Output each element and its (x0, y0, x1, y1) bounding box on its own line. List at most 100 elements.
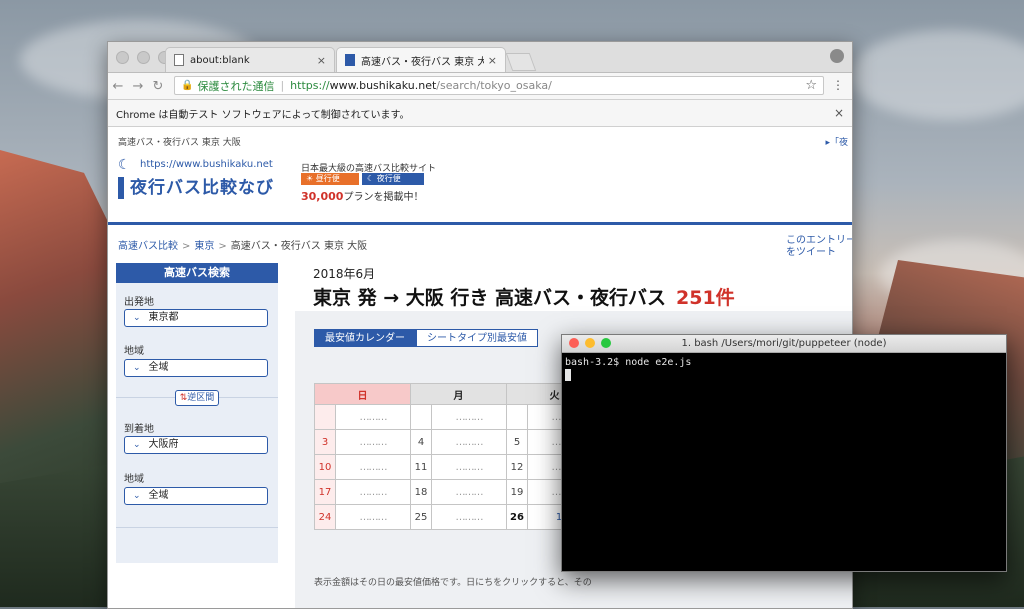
day-header-mon: 月 (410, 383, 507, 405)
url-path: /search/tokyo_osaka/ (436, 79, 552, 92)
arrival-label: 到着地 (124, 424, 154, 435)
forward-arrow-icon[interactable]: → (128, 79, 148, 94)
page-topline: 高速バス・夜行バス 東京 大阪 (118, 138, 241, 148)
breadcrumb-home[interactable]: 高速バス比較 (118, 241, 178, 252)
logo-brand: 夜行バス比較なび (130, 178, 274, 198)
close-window-button[interactable] (116, 51, 129, 64)
arrival-value: 大阪府 (148, 439, 179, 450)
breadcrumb-current: 高速バス・夜行バス 東京 大阪 (230, 241, 368, 252)
url-host: www.bushikaku.net (329, 79, 437, 92)
terminal-cursor (565, 369, 571, 381)
price-cell[interactable]: ……… (431, 454, 507, 480)
price-cell[interactable]: ……… (335, 404, 411, 430)
top-right-link[interactable]: ▸「夜 (825, 135, 848, 148)
tab-strip: about:blank × 高速バス・夜行バス 東京 大阪 最安 × (108, 42, 852, 73)
terminal-window[interactable]: 1. bash /Users/mori/git/puppeteer (node)… (561, 334, 1007, 572)
terminal-command-line: bash-3.2$ node e2e.js (565, 357, 692, 368)
price-cell[interactable]: ……… (335, 454, 411, 480)
table-row: 24……… 25……… 261,60 (314, 504, 603, 530)
day-number: 24 (314, 504, 336, 530)
minimize-window-button[interactable] (585, 338, 595, 348)
result-count: 251件 (676, 287, 735, 309)
price-cell[interactable]: ……… (335, 479, 411, 505)
calendar-note: 表示金額はその日の最安値価格です。日にちをクリックすると、その (314, 578, 592, 588)
address-separator: | (280, 79, 285, 92)
price-cell[interactable]: ……… (431, 504, 507, 530)
infobar-close-icon[interactable]: × (834, 106, 844, 120)
breadcrumb-sep: > (182, 241, 191, 252)
tab-title: 高速バス・夜行バス 東京 大阪 最安 (361, 56, 484, 68)
terminal-body[interactable]: bash-3.2$ node e2e.js (562, 353, 1006, 385)
page-title: 東京 発 → 大阪 行き 高速バス・夜行バス 251件 (313, 283, 735, 310)
new-tab-button[interactable] (505, 53, 537, 71)
day-number: 5 (506, 429, 528, 455)
table-row: 10……… 11……… 12……… (314, 454, 603, 480)
price-cell[interactable]: ……… (335, 504, 411, 530)
day-number (506, 404, 528, 430)
tab-seat-type[interactable]: シートタイプ別最安値 (416, 329, 538, 347)
browser-menu-icon[interactable]: ⋮ (832, 78, 844, 92)
tab-bushikaku[interactable]: 高速バス・夜行バス 東京 大阪 最安 × (336, 47, 506, 72)
day-number: 11 (410, 454, 432, 480)
price-cell[interactable]: ……… (335, 429, 411, 455)
zoom-window-button[interactable] (601, 338, 611, 348)
bus-icon (345, 54, 355, 66)
terminal-titlebar[interactable]: 1. bash /Users/mori/git/puppeteer (node) (562, 335, 1006, 353)
automation-infobar: Chrome は自動テスト ソフトウェアによって制御されています。 × (108, 100, 852, 127)
tab-close-icon[interactable]: × (488, 54, 497, 67)
window-controls (116, 51, 171, 64)
bookmark-star-icon[interactable]: ☆ (805, 78, 817, 93)
reload-icon[interactable]: ↻ (148, 79, 168, 94)
tab-cheapest-calendar[interactable]: 最安値カレンダー (314, 329, 416, 347)
night-bus-badge: ☾ 夜行便 (362, 173, 424, 185)
sidebar-title: 高速バス検索 (116, 263, 278, 283)
tweet-link[interactable]: このエントリーをツイート (786, 235, 852, 259)
minimize-window-button[interactable] (137, 51, 150, 64)
logo-url: https://www.bushikaku.net (140, 159, 273, 170)
tab-title: about:blank (190, 54, 250, 66)
browser-toolbar: ← → ↻ 🔒 保護された通信 | https://www.bushikaku.… (108, 73, 852, 100)
day-number: 25 (410, 504, 432, 530)
tab-about-blank[interactable]: about:blank × (165, 47, 335, 72)
price-calendar: 日 月 火 ……… ……… ……… 3……… 4……… 5……… (314, 383, 603, 530)
profile-icon[interactable] (830, 49, 844, 63)
day-number: 10 (314, 454, 336, 480)
terminal-title: 1. bash /Users/mori/git/puppeteer (node) (681, 338, 887, 349)
tab-close-icon[interactable]: × (317, 54, 326, 67)
area-label: 地域 (124, 474, 144, 485)
day-number: 12 (506, 454, 528, 480)
price-cell[interactable]: ……… (431, 429, 507, 455)
month-label: 2018年6月 (313, 267, 376, 281)
logo-bar (118, 177, 124, 199)
sidebar-divider (116, 527, 278, 528)
departure-label: 出発地 (124, 297, 154, 308)
plans-number: 30,000 (301, 190, 344, 203)
departure-area-select[interactable]: ⌄ 全域 (124, 359, 268, 377)
swap-route-button[interactable]: ⇅逆区間 (175, 390, 219, 406)
day-number (410, 404, 432, 430)
arrival-select[interactable]: ⌄ 大阪府 (124, 436, 268, 454)
departure-select[interactable]: ⌄ 東京都 (124, 309, 268, 327)
departure-value: 東京都 (148, 312, 179, 323)
page-icon (174, 54, 184, 66)
day-number: 4 (410, 429, 432, 455)
site-logo[interactable]: ☾ https://www.bushikaku.net 夜行バス比較なび (118, 157, 283, 201)
day-number: 26 (506, 504, 528, 530)
price-cell[interactable]: ……… (431, 479, 507, 505)
back-arrow-icon[interactable]: ← (108, 79, 128, 94)
day-number: 3 (314, 429, 336, 455)
terminal-window-controls (569, 338, 611, 348)
breadcrumb-tokyo[interactable]: 東京 (194, 241, 214, 252)
moon-icon: ☾ (118, 157, 131, 173)
chevron-down-icon: ⌄ (133, 491, 141, 501)
day-number: 17 (314, 479, 336, 505)
address-bar[interactable]: 🔒 保護された通信 | https://www.bushikaku.net/se… (174, 76, 824, 95)
day-header-sun: 日 (314, 383, 411, 405)
arrival-area-select[interactable]: ⌄ 全域 (124, 487, 268, 505)
secure-label: 保護された通信 (197, 79, 275, 93)
price-cell[interactable]: ……… (431, 404, 507, 430)
close-window-button[interactable] (569, 338, 579, 348)
infobar-text: Chrome は自動テスト ソフトウェアによって制御されています。 (116, 109, 410, 121)
chevron-down-icon: ⌄ (133, 313, 141, 323)
arrival-area-value: 全域 (148, 490, 169, 501)
